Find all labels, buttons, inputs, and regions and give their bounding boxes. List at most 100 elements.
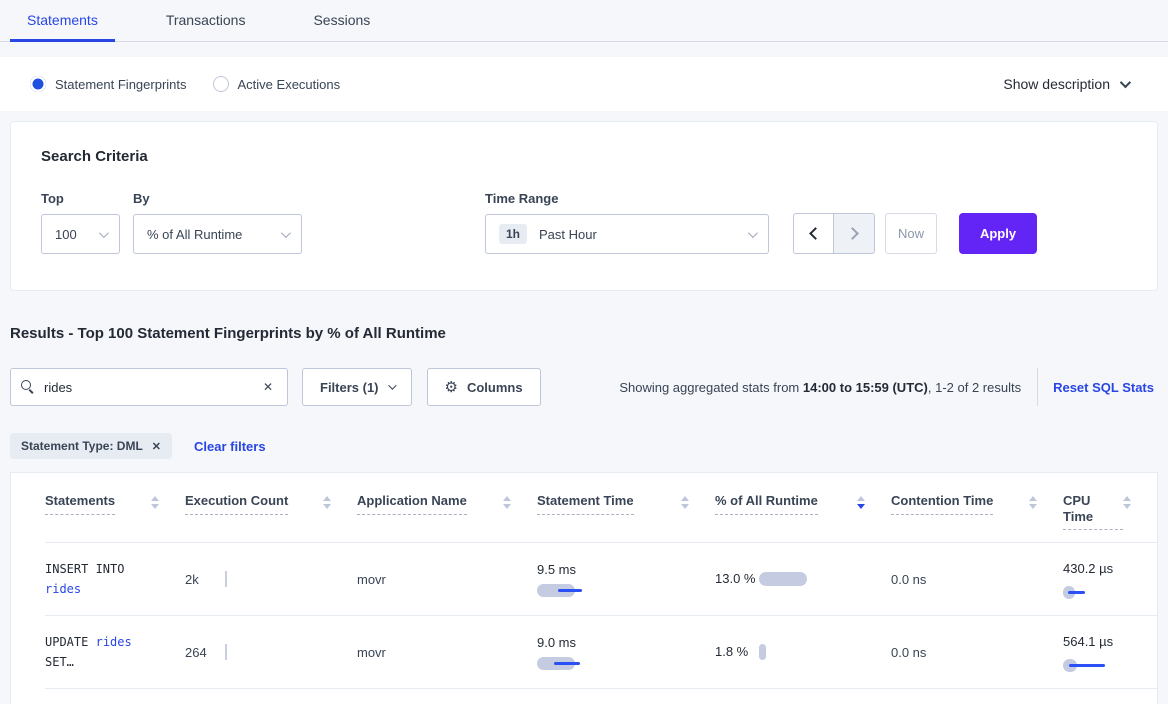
chevron-down-icon xyxy=(388,381,396,389)
radio-selected-icon xyxy=(30,76,46,92)
filter-chip-label: Statement Type: DML xyxy=(21,439,143,453)
stats-time-window: 14:00 to 15:59 (UTC) xyxy=(803,380,928,395)
stats-suffix: , 1-2 of 2 results xyxy=(928,380,1021,395)
statement-keyword: SET… xyxy=(45,652,132,672)
column-header-pct-all-runtime[interactable]: % of All Runtime xyxy=(715,473,891,543)
statement-search-box[interactable]: ✕ xyxy=(10,368,288,406)
cell-pct-all-runtime: 1.8 % xyxy=(715,616,891,689)
top-label: Top xyxy=(41,191,120,206)
chevron-down-icon xyxy=(748,228,758,238)
column-header-label: Statements xyxy=(45,493,115,515)
radio-statement-fingerprints[interactable]: Statement Fingerprints xyxy=(30,76,187,92)
next-time-button[interactable] xyxy=(834,213,875,254)
time-nav-group xyxy=(793,213,875,254)
cell-cpu-time: 430.2 µs xyxy=(1063,543,1157,616)
radio-unselected-icon xyxy=(213,76,229,92)
cell-pct-all-runtime: 13.0 % xyxy=(715,543,891,616)
time-range-label: Time Range xyxy=(485,191,769,206)
time-range-select[interactable]: 1h Past Hour xyxy=(485,214,769,254)
sort-icon xyxy=(151,496,159,509)
column-header-label: Statement Time xyxy=(537,493,634,515)
cpu-time-value: 430.2 µs xyxy=(1063,559,1125,579)
search-criteria-form: Top 100 By % of All Runtime Time Range 1… xyxy=(41,191,1127,254)
filters-button[interactable]: Filters (1) xyxy=(302,368,412,406)
statement-time-value: 9.0 ms xyxy=(537,635,576,650)
cell-statement: INSERT INTOrides xyxy=(45,543,185,616)
by-select-value: % of All Runtime xyxy=(147,227,242,242)
pct-all-runtime-value: 1.8 % xyxy=(715,642,759,663)
prev-time-button[interactable] xyxy=(793,213,834,254)
cpu-time-value: 564.1 µs xyxy=(1063,632,1125,652)
radio-active-executions[interactable]: Active Executions xyxy=(213,76,341,92)
cell-execution-count: 264 xyxy=(185,616,357,689)
by-select[interactable]: % of All Runtime xyxy=(133,214,302,254)
aggregated-stats-text: Showing aggregated stats from 14:00 to 1… xyxy=(619,380,1021,395)
tab-transactions[interactable]: Transactions xyxy=(149,0,263,42)
cell-execution-count: 2k xyxy=(185,543,357,616)
columns-button-label: Columns xyxy=(467,380,523,395)
execution-count-bar xyxy=(225,571,227,587)
top-tab-bar: Statements Transactions Sessions xyxy=(0,0,1168,42)
cell-statement-time: 9.5 ms xyxy=(537,543,715,616)
execution-count-bar xyxy=(225,644,227,660)
pct-all-runtime-bar xyxy=(759,644,766,660)
stats-prefix: Showing aggregated stats from xyxy=(619,380,803,395)
pct-all-runtime-bar xyxy=(759,572,807,586)
now-button[interactable]: Now xyxy=(885,213,937,254)
chevron-left-icon xyxy=(809,227,822,240)
top-select[interactable]: 100 xyxy=(41,214,120,254)
remove-filter-icon[interactable]: ✕ xyxy=(152,440,161,453)
contention-time-value: 0.0 ns xyxy=(891,645,926,660)
search-icon xyxy=(21,380,35,394)
filter-chip-statement-type[interactable]: Statement Type: DML ✕ xyxy=(10,433,172,459)
tab-statements[interactable]: Statements xyxy=(10,0,115,42)
statement-time-value: 9.5 ms xyxy=(537,562,576,577)
sort-icon xyxy=(681,496,689,509)
statement-link[interactable]: rides xyxy=(96,635,132,649)
clear-filters-link[interactable]: Clear filters xyxy=(194,439,266,454)
show-description-label: Show description xyxy=(1003,76,1110,92)
sort-icon xyxy=(503,496,511,509)
results-heading: Results - Top 100 Statement Fingerprints… xyxy=(10,325,1158,342)
statement-link[interactable]: rides xyxy=(45,582,81,596)
column-header-label: % of All Runtime xyxy=(715,493,818,515)
radio-label: Statement Fingerprints xyxy=(55,77,187,92)
tab-sessions[interactable]: Sessions xyxy=(296,0,387,42)
sort-desc-icon xyxy=(857,496,865,509)
column-header-execution-count[interactable]: Execution Count xyxy=(185,473,357,543)
table-header-row: Statements Execution Count Application N… xyxy=(45,473,1157,543)
column-header-statement-time[interactable]: Statement Time xyxy=(537,473,715,543)
time-range-field: Time Range 1h Past Hour xyxy=(485,191,769,254)
clear-search-icon[interactable]: ✕ xyxy=(259,378,277,396)
results-toolbar: ✕ Filters (1) ⚙ Columns Showing aggregat… xyxy=(10,368,1158,406)
cpu-time-bar xyxy=(1063,659,1109,672)
column-header-label: Execution Count xyxy=(185,493,288,515)
chevron-down-icon xyxy=(1120,77,1131,88)
columns-button[interactable]: ⚙ Columns xyxy=(427,368,541,406)
table-row: INSERT INTOrides 2k movr 9.5 ms 13.0 % xyxy=(45,543,1157,616)
view-mode-bar: Statement Fingerprints Active Executions… xyxy=(0,57,1168,111)
filter-chip-row: Statement Type: DML ✕ Clear filters xyxy=(10,433,1158,459)
apply-button[interactable]: Apply xyxy=(959,213,1037,254)
application-name-value: movr xyxy=(357,572,386,587)
statement-time-bar xyxy=(537,657,585,670)
chevron-right-icon xyxy=(846,227,859,240)
column-header-label: Contention Time xyxy=(891,493,993,515)
column-header-cpu-time[interactable]: CPU Time xyxy=(1063,473,1157,543)
by-field: By % of All Runtime xyxy=(133,191,302,254)
column-header-contention-time[interactable]: Contention Time xyxy=(891,473,1063,543)
cell-contention-time: 0.0 ns xyxy=(891,616,1063,689)
cell-statement: UPDATE rides SET… xyxy=(45,616,185,689)
pct-all-runtime-value: 13.0 % xyxy=(715,569,759,590)
column-header-application-name[interactable]: Application Name xyxy=(357,473,537,543)
column-header-statements[interactable]: Statements xyxy=(45,473,185,543)
reset-sql-stats-link[interactable]: Reset SQL Stats xyxy=(1053,380,1154,395)
gear-icon: ⚙ xyxy=(445,380,458,395)
cell-cpu-time: 564.1 µs xyxy=(1063,616,1157,689)
top-field: Top 100 xyxy=(41,191,120,254)
show-description-toggle[interactable]: Show description xyxy=(1003,76,1128,92)
search-criteria-title: Search Criteria xyxy=(41,148,1127,165)
cell-statement-time: 9.0 ms xyxy=(537,616,715,689)
radio-label: Active Executions xyxy=(238,77,341,92)
search-input[interactable] xyxy=(44,380,259,395)
